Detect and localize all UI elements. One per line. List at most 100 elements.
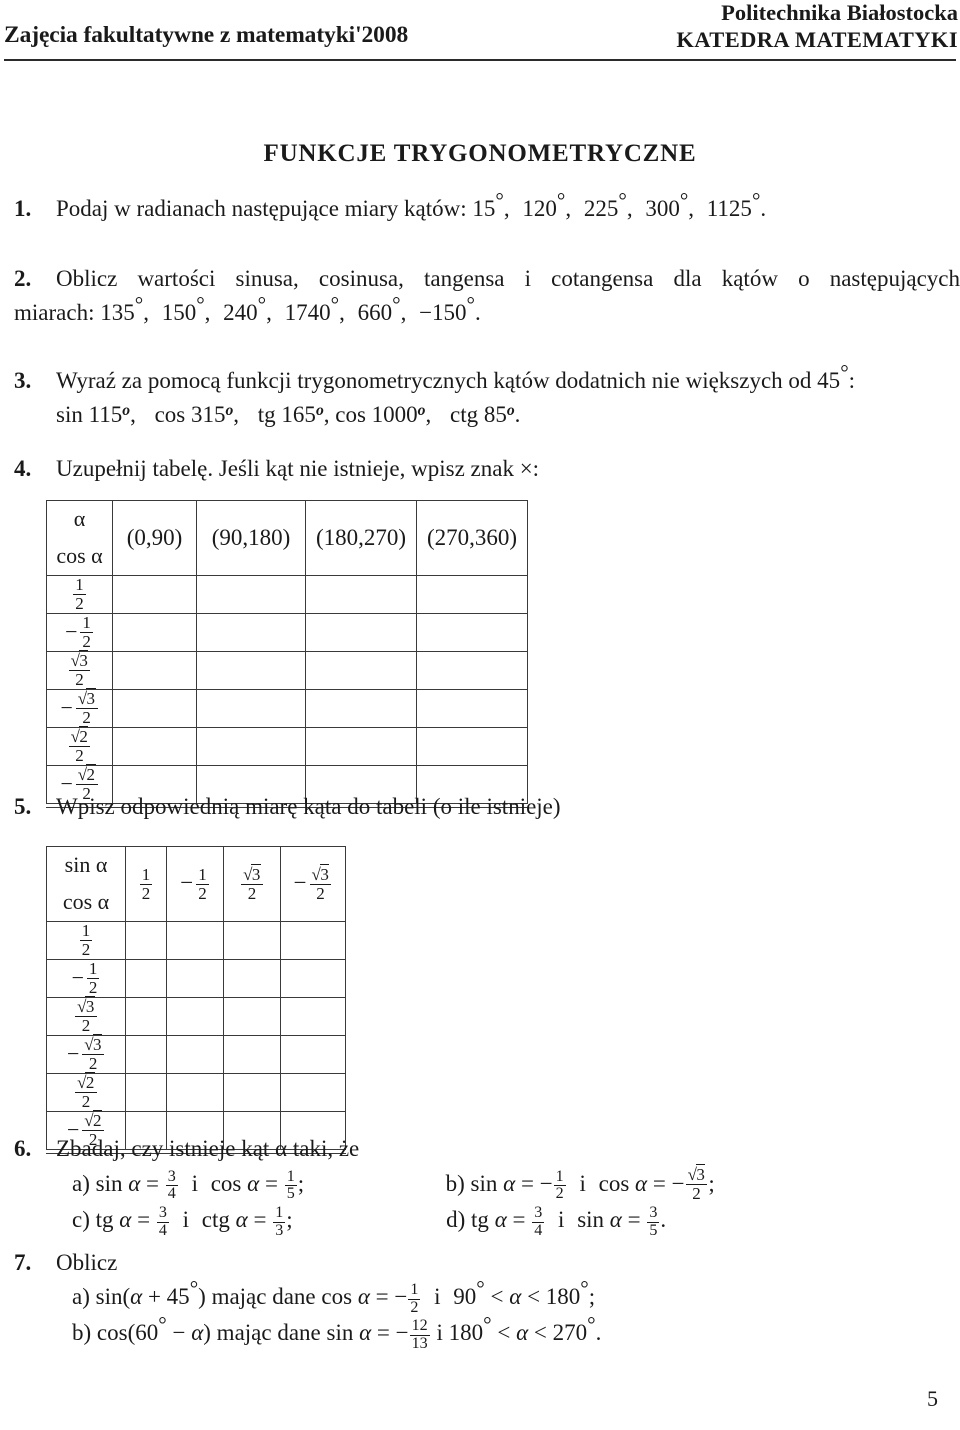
table-row-label: − √3 2 — [46, 1034, 126, 1074]
table-row-label: − 12 — [46, 613, 113, 652]
table-answer-cell[interactable] — [166, 1073, 224, 1112]
table-answer-cell[interactable] — [280, 1073, 346, 1112]
table-answer-cell[interactable] — [112, 651, 197, 690]
table-answer-cell[interactable] — [416, 613, 528, 652]
table-answer-cell[interactable] — [196, 613, 306, 652]
table-answer-cell[interactable] — [125, 1035, 167, 1074]
exercise-1-number: 1. — [14, 196, 32, 221]
table-answer-cell[interactable] — [125, 997, 167, 1036]
table-row: √2 2 — [46, 726, 528, 766]
exercise-3-number: 3. — [14, 368, 32, 393]
table-answer-cell[interactable] — [112, 575, 197, 614]
table-column-header: (90,180) — [196, 500, 306, 576]
table-answer-cell[interactable] — [305, 613, 417, 652]
table-row-label: − 12 — [46, 959, 126, 998]
table-answer-cell[interactable] — [196, 651, 306, 690]
table-column-header: (0,90) — [112, 500, 197, 576]
corner-header-bottom: cos α — [62, 889, 110, 914]
table-row: − 12 — [46, 959, 346, 998]
exercise-3: 3. Wyraź za pomocą funkcji trygonometryc… — [14, 360, 960, 432]
header-right-block: Politechnika Białostocka KATEDRA MATEMAT… — [528, 0, 958, 54]
table-answer-cell[interactable] — [166, 959, 224, 998]
header-department: KATEDRA MATEMATYKI — [676, 27, 958, 52]
table-column-header: − √3 2 — [280, 846, 346, 922]
table-corner-header-cell: sin α cos α — [46, 846, 126, 922]
table-answer-cell[interactable] — [112, 689, 197, 728]
table-answer-cell[interactable] — [280, 1035, 346, 1074]
table-column-header: 12 — [125, 846, 167, 922]
table-row: − 12 — [46, 613, 528, 652]
table-cosine-quadrants[interactable]: α cos α (0,90) (90,180) (180,270) (270,360) 1 2… — [46, 500, 528, 804]
exercise-6-item-d: d) tg α = 34 i sin α = 35. — [446, 1203, 667, 1239]
table-column-header: (270,360) — [416, 500, 528, 576]
table-answer-cell[interactable] — [125, 959, 167, 998]
table-cosine-quadrants-body: α cos α (0,90) (90,180) (180,270) (270,360) 1 2… — [46, 500, 528, 804]
table-answer-cell[interactable] — [166, 921, 224, 960]
page-number: 5 — [927, 1386, 938, 1411]
table-row-label: 12 — [46, 575, 113, 614]
table-answer-cell[interactable] — [416, 727, 528, 766]
table-answer-cell[interactable] — [166, 997, 224, 1036]
table-row: 12 — [46, 575, 528, 614]
exercise-7-body: Oblicz a) sin(α + 45°) mając dane cos α … — [56, 1246, 960, 1353]
table-answer-cell[interactable] — [416, 689, 528, 728]
table-answer-cell[interactable] — [196, 727, 306, 766]
exercise-1: 1. Podaj w radianach następujące miary k… — [14, 188, 960, 226]
table-answer-cell[interactable] — [416, 575, 528, 614]
table-row-label: − √3 2 — [46, 688, 113, 728]
exercise-6-item-a: a) sin α = 34 i cos α = 1 5; — [72, 1167, 305, 1203]
table-row-label: √3 2 — [46, 996, 126, 1036]
exercise-7-item-a: a) sin(α + 45°) mając dane cos α = −1 2 i… — [72, 1276, 596, 1316]
table-answer-cell[interactable] — [305, 689, 417, 728]
table-answer-cell[interactable] — [305, 727, 417, 766]
page-header: Zajęcia fakultatywne z matematyki'2008 P… — [0, 0, 960, 62]
table-answer-cell[interactable] — [125, 921, 167, 960]
exercise-5: 5. Wpisz odpowiednią miarę kąta do tabel… — [14, 790, 960, 824]
table-row-label: √2 2 — [46, 726, 113, 766]
table-answer-cell[interactable] — [223, 997, 281, 1036]
table-answer-cell[interactable] — [223, 1073, 281, 1112]
exercise-4: 4. Uzupełnij tabelę. Jeśli kąt nie istni… — [14, 452, 960, 486]
table-answer-cell[interactable] — [280, 959, 346, 998]
table-row: √2 2 — [46, 1072, 346, 1112]
table-answer-cell[interactable] — [196, 575, 306, 614]
table-answer-cell[interactable] — [223, 1035, 281, 1074]
exercise-6-line-1: Zbadaj, czy istnieje kąt α taki, że — [56, 1136, 360, 1161]
exercise-3-line-1: Wyraź za pomocą funkcji trygonometryczny… — [56, 360, 856, 393]
page-title: FUNKCJE TRYGONOMETRYCZNE — [263, 140, 697, 167]
exercise-6-item-a-c: a) sin α = 34 i cos α = 1 5; b) sin α = −… — [72, 1164, 960, 1203]
exercise-6-body: Zbadaj, czy istnieje kąt α taki, że a) s… — [56, 1132, 960, 1239]
header-left-title: Zajęcia fakultatywne z matematyki'2008 — [4, 22, 409, 48]
exercise-5-number: 5. — [14, 794, 32, 819]
table-answer-cell[interactable] — [223, 959, 281, 998]
table-answer-cell[interactable] — [305, 575, 417, 614]
table-answer-cell[interactable] — [305, 651, 417, 690]
exercise-2-number: 2. — [14, 266, 32, 291]
table-answer-cell[interactable] — [112, 727, 197, 766]
table-answer-cell[interactable] — [280, 921, 346, 960]
exercise-7: 7. Oblicz a) sin(α + 45°) mając dane cos… — [14, 1246, 960, 1353]
table-answer-cell[interactable] — [125, 1073, 167, 1112]
exercise-1-body: Podaj w radianach następujące miary kątó… — [56, 188, 960, 226]
table-answer-cell[interactable] — [112, 613, 197, 652]
table-corner-header-cell: α cos α — [46, 500, 113, 576]
table-sine-cosine-angles[interactable]: sin α cos α 1 2− 1 2 √3 2− √3 2 1 2 − 12 √3 2 − √3… — [46, 846, 346, 1150]
exercise-3-body: Wyraź za pomocą funkcji trygonometryczny… — [56, 360, 960, 432]
exercise-1-text: Podaj w radianach następujące miary kątó… — [56, 188, 767, 221]
table-answer-cell[interactable] — [280, 997, 346, 1036]
exercise-4-number: 4. — [14, 456, 32, 481]
corner-header-bottom: cos α — [56, 543, 103, 568]
exercise-7-number: 7. — [14, 1250, 32, 1275]
exercise-2-body: Oblicz wartości sinusa, cosinusa, tangen… — [14, 262, 960, 330]
table-answer-cell[interactable] — [166, 1035, 224, 1074]
corner-header-top: α — [73, 506, 86, 531]
table-answer-cell[interactable] — [223, 921, 281, 960]
exercise-6-item-b: b) sin α = −1 2 i cos α = − √3 2; — [445, 1164, 715, 1203]
table-column-header: (180,270) — [305, 500, 417, 576]
exercise-2-line-2: miarach: 135°, 150°, 240°, 1740°, 660°, … — [14, 292, 481, 325]
table-answer-cell[interactable] — [196, 689, 306, 728]
table-answer-cell[interactable] — [416, 651, 528, 690]
exercise-6-number: 6. — [14, 1136, 32, 1161]
exercise-3-line-2: sin 115o, cos 315o, tg 165o, cos 1000o, … — [56, 401, 521, 427]
exercise-2-line-1: Oblicz wartości sinusa, cosinusa, tangen… — [56, 266, 960, 291]
